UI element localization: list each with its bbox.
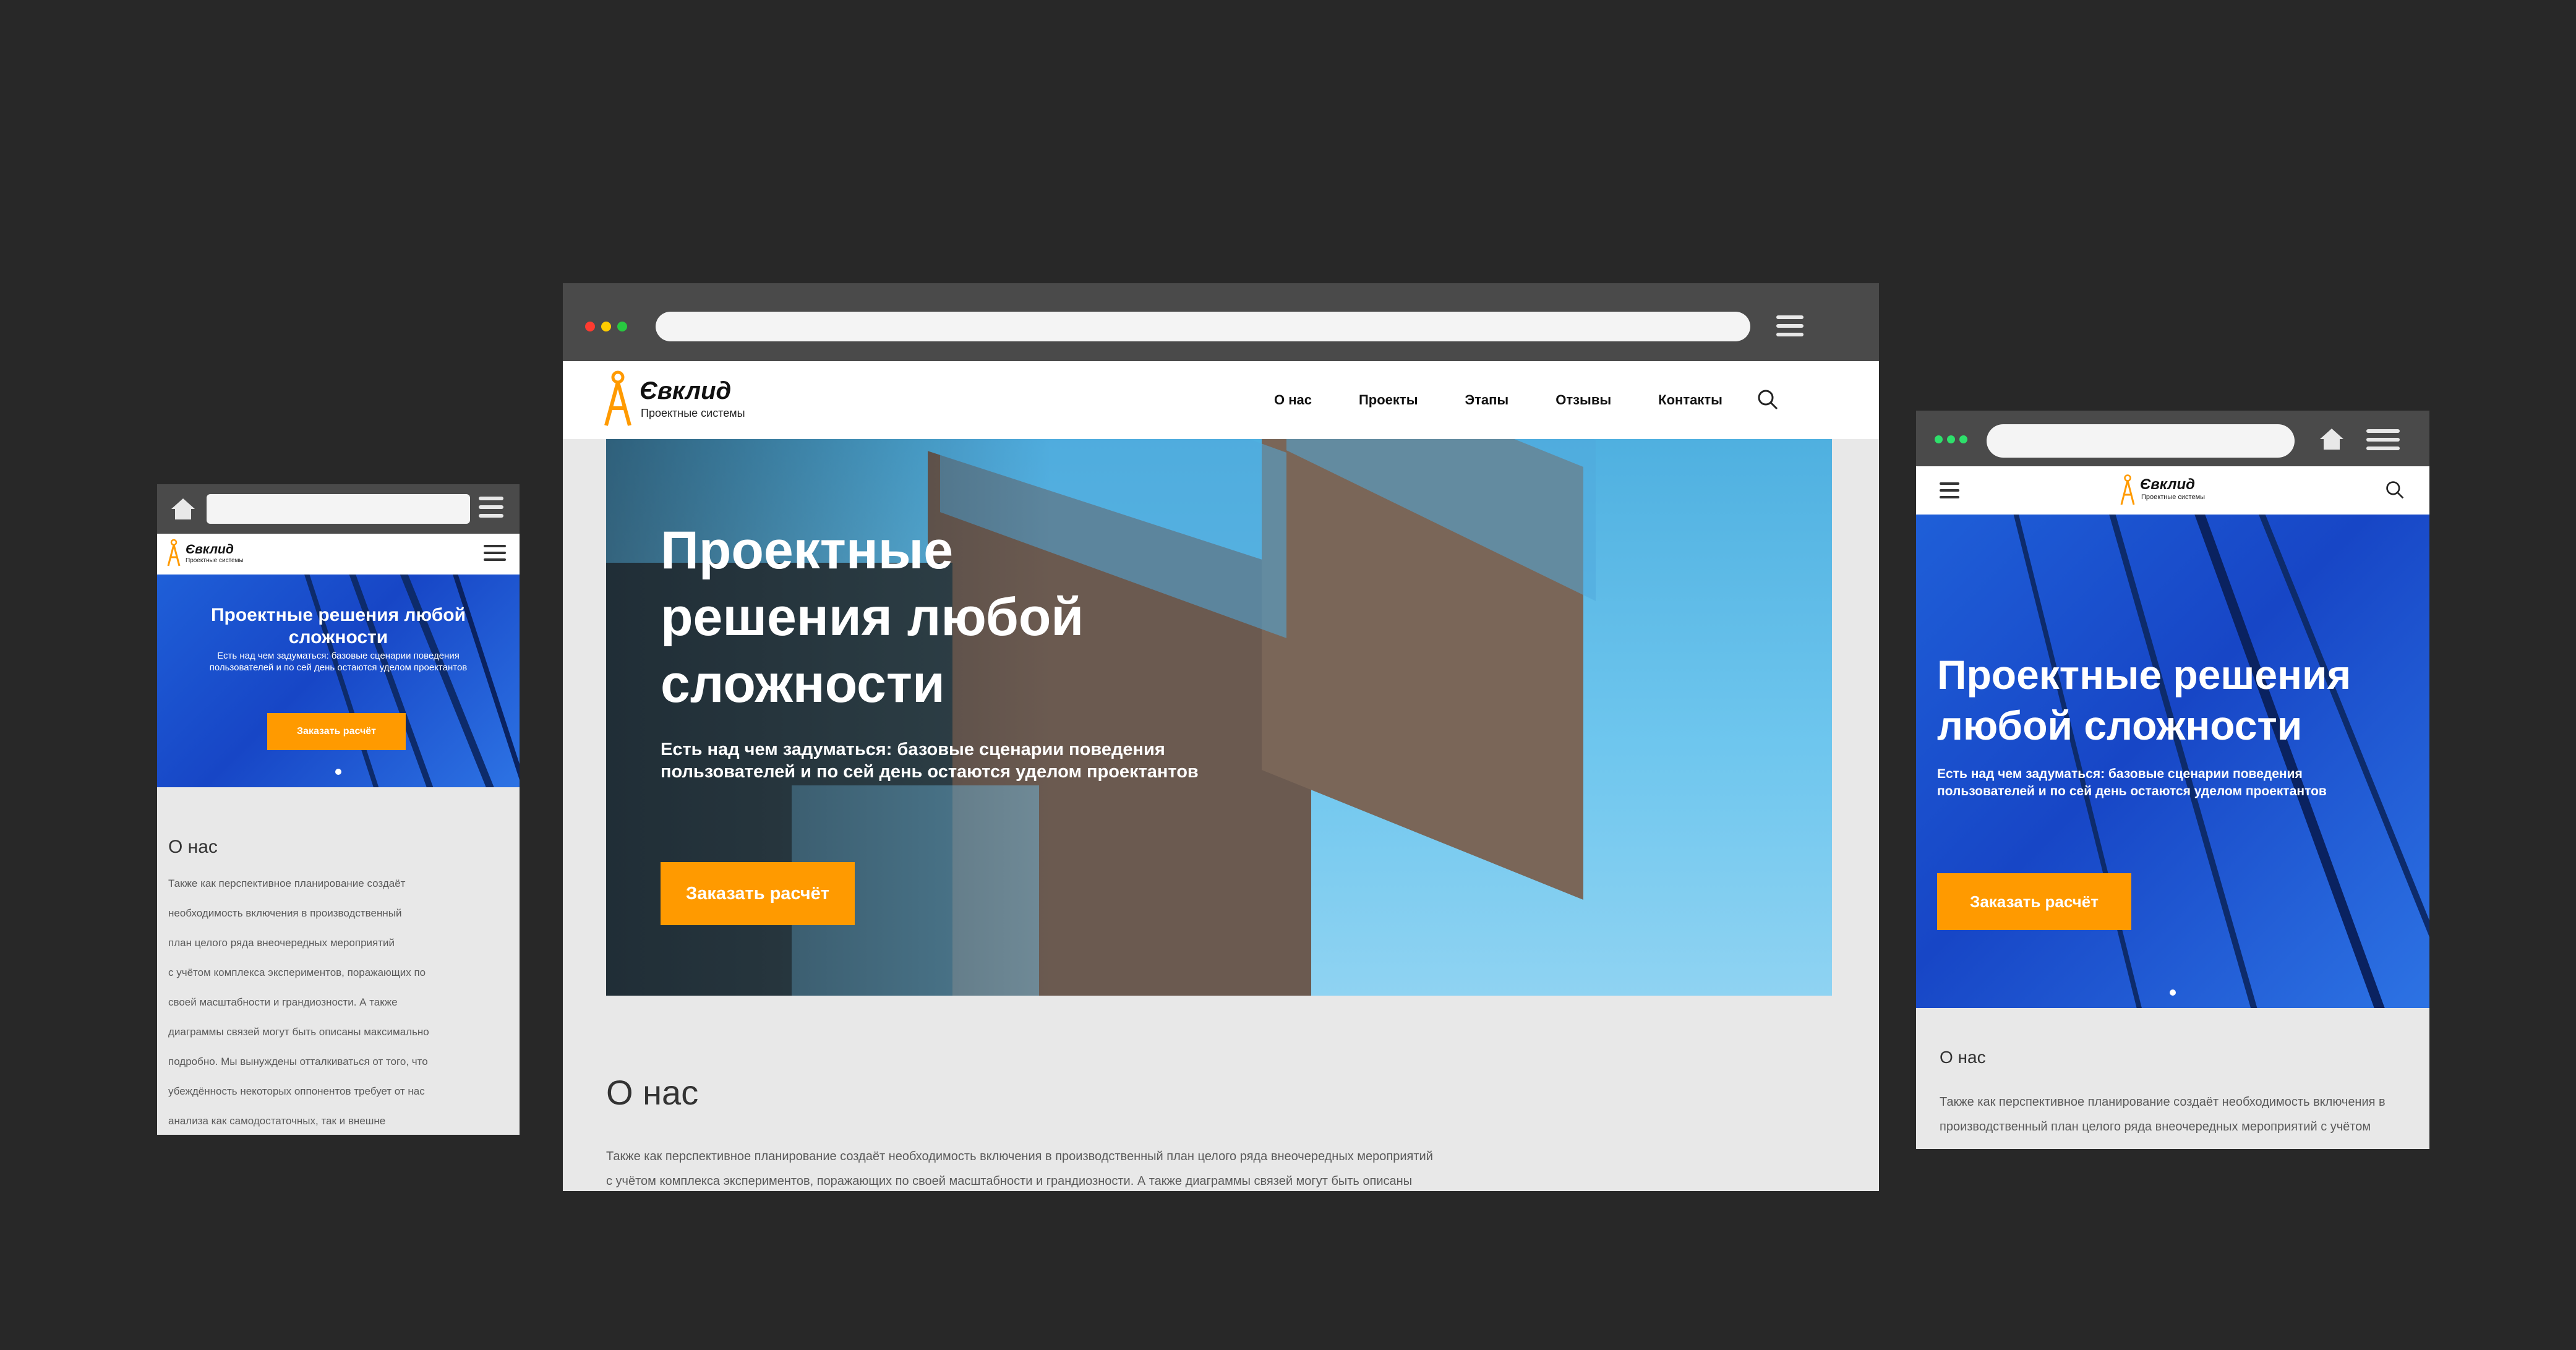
hero-title: Проектные решения любой сложности: [157, 604, 520, 649]
hero-subtitle: Есть над чем задуматься: базовые сценари…: [157, 650, 520, 673]
maximize-window-dot[interactable]: [617, 322, 627, 331]
brand-name: Євклид: [186, 542, 234, 557]
about-line: диаграммы связей могут быть описаны макс…: [168, 1026, 429, 1038]
order-calculation-button[interactable]: Заказать расчёт: [267, 713, 406, 750]
search-icon[interactable]: [2385, 480, 2405, 503]
hero-title: Проектные решения любой сложности: [661, 517, 1084, 717]
brand-tagline: Проектные системы: [186, 557, 244, 564]
home-icon[interactable]: [169, 497, 197, 521]
window-dot[interactable]: [1947, 435, 1955, 443]
compass-logo-icon[interactable]: [604, 370, 632, 431]
hero-title-line: Проектные решения любой: [210, 605, 466, 625]
menu-icon[interactable]: [479, 497, 503, 518]
mobile-hero: Проектные решения любой сложности Есть н…: [157, 575, 520, 787]
hero-title-line: решения любой: [661, 587, 1084, 647]
about-line: анализа как самодостаточных, так и внешн…: [168, 1115, 386, 1127]
hero-title-line: Проектные: [661, 521, 954, 580]
nav-item-stages[interactable]: Этапы: [1465, 392, 1508, 408]
menu-icon[interactable]: [1940, 482, 1959, 498]
hero-subtitle-line: Есть над чем задуматься: базовые сценари…: [217, 651, 460, 661]
hero-title-line: Проектные решения: [1937, 652, 2351, 698]
desktop-browser-chrome: [563, 283, 1879, 361]
tablet-hero: Проектные решения любой сложности Есть н…: [1916, 515, 2429, 1008]
desktop-hero: Проектные решения любой сложности Есть н…: [606, 439, 1832, 996]
hero-subtitle-line: пользователей и по сей день остаются уде…: [661, 762, 1199, 782]
hero-subtitle-line: пользователей и по сей день остаются уде…: [1937, 784, 2327, 798]
menu-icon[interactable]: [2366, 429, 2400, 450]
nav-item-contacts[interactable]: Контакты: [1658, 392, 1722, 408]
hero-title-line: сложности: [661, 654, 945, 714]
url-bar[interactable]: [207, 494, 470, 524]
hero-title: Проектные решения любой сложности: [1937, 649, 2351, 751]
hero-title-line: сложности: [288, 627, 388, 647]
url-bar[interactable]: [656, 312, 1750, 341]
minimize-window-dot[interactable]: [601, 322, 611, 331]
close-window-dot[interactable]: [585, 322, 595, 331]
tablet-mockup: Євклид Проектные системы Проектные решен…: [1916, 411, 2429, 1149]
nav-item-reviews[interactable]: Отзывы: [1555, 392, 1611, 408]
compass-logo-icon[interactable]: [167, 539, 181, 570]
hero-subtitle-line: Есть над чем задуматься: базовые сценари…: [661, 740, 1165, 759]
about-line: производственный план целого ряда внеоче…: [1940, 1120, 2371, 1134]
desktop-mockup: Євклид Проектные системы О нас Проекты Э…: [563, 283, 1879, 1191]
about-text: Также как перспективное планирование соз…: [1940, 1090, 2422, 1139]
order-calculation-button[interactable]: Заказать расчёт: [661, 862, 855, 925]
about-text: Также как перспективное планирование соз…: [606, 1144, 1831, 1191]
mobile-browser-chrome: [157, 484, 520, 534]
hero-subtitle: Есть над чем задуматься: базовые сценари…: [1937, 766, 2327, 800]
order-calculation-button[interactable]: Заказать расчёт: [1937, 873, 2131, 930]
slider-dot[interactable]: [2170, 989, 2176, 996]
about-line: Также как перспективное планирование соз…: [1940, 1095, 2386, 1109]
about-heading: О нас: [168, 837, 218, 857]
nav-item-about[interactable]: О нас: [1274, 392, 1312, 408]
brand-name: Євклид: [2140, 476, 2195, 493]
home-icon[interactable]: [2318, 427, 2345, 455]
nav-item-projects[interactable]: Проекты: [1359, 392, 1418, 408]
site-header: Євклид Проектные системы О нас Проекты Э…: [563, 361, 1879, 439]
hero-subtitle-line: Есть над чем задуматься: базовые сценари…: [1937, 767, 2303, 781]
about-heading: О нас: [1940, 1048, 1986, 1067]
mobile-site-header: Євклид Проектные системы: [157, 534, 520, 575]
about-line: подробно. Мы вынуждены отталкиваться от …: [168, 1056, 428, 1067]
main-nav: О нас Проекты Этапы Отзывы Контакты: [1274, 392, 1722, 408]
tablet-site-header: Євклид Проектные системы: [1916, 466, 2429, 515]
brand-tagline: Проектные системы: [641, 407, 745, 419]
about-text: Также как перспективное планирование соз…: [168, 869, 515, 1135]
compass-logo-icon[interactable]: [2120, 474, 2135, 509]
hero-subtitle: Есть над чем задуматься: базовые сценари…: [661, 738, 1199, 783]
hero-subtitle-line: пользователей и по сей день остаются уде…: [209, 662, 468, 673]
url-bar[interactable]: [1987, 424, 2295, 458]
menu-icon[interactable]: [1776, 315, 1804, 336]
about-line: Также как перспективное планирование соз…: [606, 1150, 1433, 1163]
slider-dot[interactable]: [335, 769, 341, 775]
window-dot[interactable]: [1935, 435, 1943, 443]
brand-name: Євклид: [640, 377, 732, 404]
about-line: убеждённость некоторых оппонентов требуе…: [168, 1085, 425, 1097]
about-line: Также как перспективное планирование соз…: [168, 878, 406, 889]
tablet-browser-chrome: [1916, 411, 2429, 466]
about-line: необходимость включения в производственн…: [168, 907, 402, 919]
menu-icon[interactable]: [484, 545, 506, 561]
search-icon[interactable]: [1757, 388, 1779, 414]
brand-tagline: Проектные системы: [2141, 493, 2206, 501]
window-dot[interactable]: [1959, 435, 1967, 443]
hero-title-line: любой сложности: [1937, 703, 2303, 748]
about-line: с учётом комплекса экспериментов, поража…: [606, 1174, 1413, 1188]
mobile-mockup: Євклид Проектные системы Проектные решен…: [157, 484, 520, 1135]
about-heading: О нас: [606, 1073, 699, 1112]
about-line: своей масштабности и грандиозности. А та…: [168, 996, 398, 1008]
about-line: план целого ряда внеочередных мероприяти…: [168, 937, 395, 949]
about-line: с учётом комплекса экспериментов, поража…: [168, 967, 426, 978]
